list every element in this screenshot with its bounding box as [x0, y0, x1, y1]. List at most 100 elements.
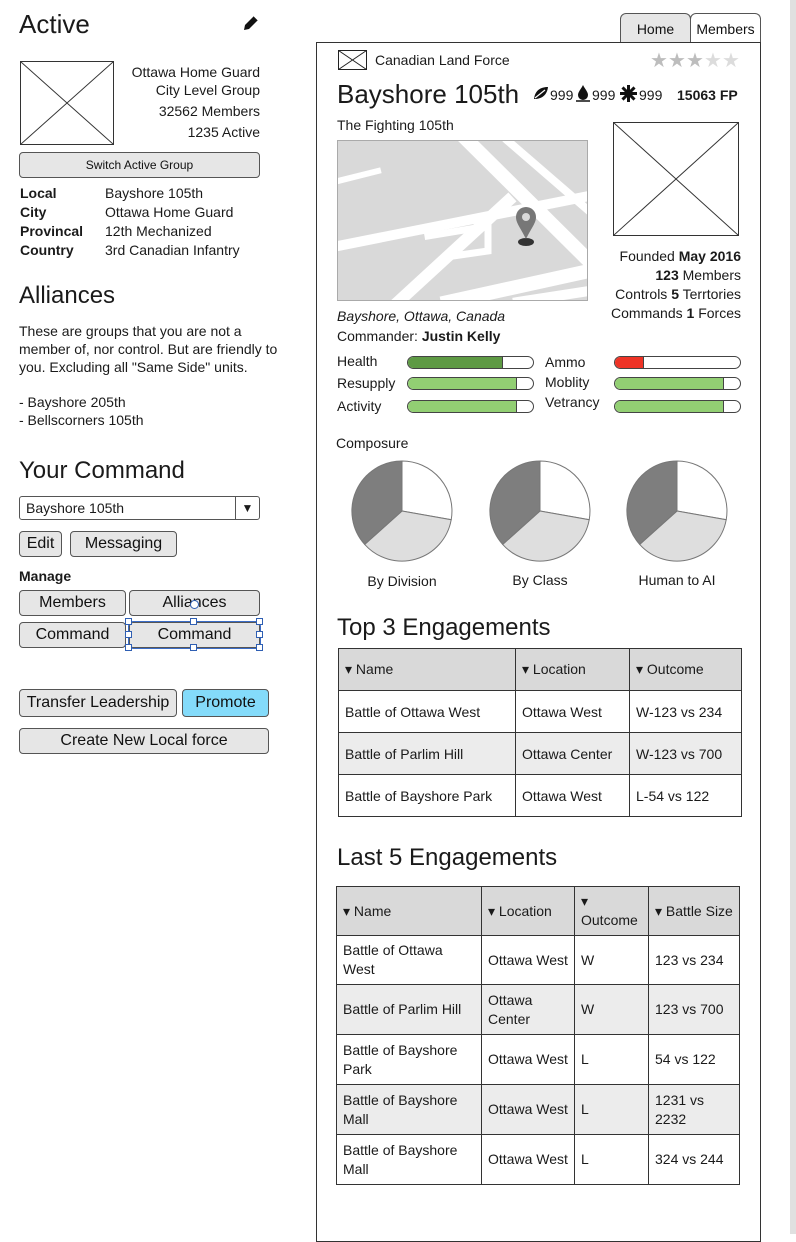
- commands-line: Commands 1 Forces: [611, 305, 741, 321]
- edit-button[interactable]: Edit: [19, 531, 62, 557]
- selection-handle: [125, 644, 132, 651]
- table-row[interactable]: Battle of Parlim Hill Ottawa Center W 12…: [336, 984, 740, 1035]
- detail-value-local: Bayshore 105th: [105, 185, 204, 201]
- create-local-force-button[interactable]: Create New Local force: [19, 728, 269, 754]
- cell-location: Ottawa West: [481, 1084, 575, 1135]
- founded-value: May 2016: [678, 248, 741, 264]
- cell-name: Battle of Bayshore Mall: [336, 1134, 482, 1185]
- bar-fill: [615, 378, 724, 389]
- group-active: 1235 Active: [187, 124, 260, 140]
- pencil-edit-icon[interactable]: [242, 14, 260, 32]
- drop-icon: [576, 84, 590, 102]
- detail-label-provincal: Provincal: [20, 223, 84, 239]
- chevron-down-icon: ▼: [235, 497, 259, 519]
- ammo-bar: [614, 356, 741, 369]
- group-members: 32562 Members: [158, 103, 260, 119]
- tab-home[interactable]: Home: [620, 13, 691, 43]
- cell-outcome: L: [574, 1034, 649, 1085]
- detail-value-provincal: 12th Mechanized: [105, 223, 212, 239]
- table-row[interactable]: Battle of Ottawa West Ottawa West W-123 …: [338, 690, 742, 733]
- column-header-location[interactable]: ▾ Location: [481, 886, 575, 936]
- column-header-battle-size[interactable]: ▾ Battle Size: [648, 886, 740, 936]
- table-row[interactable]: Battle of Bayshore Mall Ottawa West L 32…: [336, 1134, 740, 1185]
- cell-outcome: L: [574, 1084, 649, 1135]
- bar-label-ammo: Ammo: [545, 354, 586, 370]
- cell-battle-size: 123 vs 234: [648, 935, 740, 985]
- table-row[interactable]: Battle of Bayshore Park Ottawa West L 54…: [336, 1034, 740, 1085]
- cell-outcome: W-123 vs 700: [629, 732, 742, 775]
- last-engagements-title: Last 5 Engagements: [337, 844, 558, 871]
- manage-members-button[interactable]: Members: [19, 590, 126, 616]
- controls-label: Controls: [615, 286, 668, 302]
- leaf-icon: [533, 86, 549, 100]
- alliance-item: - Bellscorners 105th: [19, 412, 144, 428]
- unit-name: Bayshore 105th: [337, 79, 520, 109]
- column-header-location[interactable]: ▾ Location: [515, 648, 630, 691]
- column-header-outcome[interactable]: ▾ Outcome: [574, 886, 649, 936]
- command-select[interactable]: Bayshore 105th ▼: [19, 496, 260, 520]
- bar-label-health: Health: [337, 353, 378, 369]
- panel-scrollbar[interactable]: [790, 0, 796, 1234]
- promote-button[interactable]: Promote: [182, 689, 269, 717]
- detail-label-country: Country: [20, 242, 74, 258]
- commands-label: Commands: [611, 305, 683, 321]
- selection-handle: [125, 618, 132, 625]
- members-label: Members: [682, 267, 741, 283]
- last-engagements-table: ▾ Name ▾ Location ▾ Outcome ▾ Battle Siz…: [336, 886, 740, 1185]
- cell-battle-size: 123 vs 700: [648, 984, 740, 1035]
- health-bar: [407, 356, 534, 369]
- transfer-leadership-button[interactable]: Transfer Leadership: [19, 689, 177, 717]
- members-count: 123: [655, 267, 679, 283]
- group-image-placeholder: [20, 61, 114, 145]
- cell-name: Battle of Bayshore Park: [336, 1034, 482, 1085]
- table-row[interactable]: Battle of Ottawa West Ottawa West W 123 …: [336, 935, 740, 985]
- switch-active-group-button[interactable]: Switch Active Group: [19, 152, 260, 178]
- cell-location: Ottawa Center: [481, 984, 575, 1035]
- pie-label: By Class: [512, 572, 568, 588]
- commands-suffix: Forces: [698, 305, 741, 321]
- your-command-title: Your Command: [19, 457, 185, 484]
- gear-icon: [620, 85, 637, 102]
- table-row[interactable]: Battle of Bayshore Park Ottawa West L-54…: [338, 774, 742, 817]
- bar-fill: [408, 378, 517, 389]
- org-name: Canadian Land Force: [375, 52, 510, 68]
- cell-location: Ottawa Center: [515, 732, 630, 775]
- commands-count: 1: [686, 305, 695, 321]
- detail-label-city: City: [20, 204, 47, 220]
- unit-location: Bayshore, Ottawa, Canada: [337, 308, 506, 324]
- pie-chart-human-ai: [626, 460, 728, 562]
- manage-command-button[interactable]: Command: [19, 622, 126, 648]
- moblity-bar: [614, 377, 741, 390]
- cell-outcome: L: [574, 1134, 649, 1185]
- bar-fill: [408, 401, 517, 412]
- star-icon: ★: [650, 50, 668, 72]
- selection-handle: [125, 631, 132, 638]
- cell-name: Battle of Bayshore Park: [338, 774, 516, 817]
- cell-location: Ottawa West: [515, 690, 630, 733]
- star-icon: ★: [704, 50, 722, 72]
- table-row[interactable]: Battle of Parlim Hill Ottawa Center W-12…: [338, 732, 742, 775]
- force-points: 15063 FP: [677, 87, 738, 103]
- star-icon: ★: [686, 50, 704, 72]
- bar-fill: [615, 401, 724, 412]
- column-header-outcome[interactable]: ▾ Outcome: [629, 648, 742, 691]
- star-icon: ★: [668, 50, 686, 72]
- group-level: City Level Group: [155, 82, 260, 98]
- map-pin-icon: [514, 205, 538, 247]
- table-row[interactable]: Battle of Bayshore Mall Ottawa West L 12…: [336, 1084, 740, 1135]
- alliances-title: Alliances: [19, 282, 116, 309]
- controls-line: Controls 5 Terrtories: [615, 286, 741, 302]
- column-header-name[interactable]: ▾ Name: [336, 886, 482, 936]
- stat-value-gear: 999: [639, 87, 663, 103]
- location-map[interactable]: [337, 140, 588, 301]
- commander-label: Commander:: [337, 328, 418, 344]
- controls-count: 5: [671, 286, 679, 302]
- tab-members[interactable]: Members: [690, 13, 761, 43]
- cell-outcome: W-123 vs 234: [629, 690, 742, 733]
- stat-value-leaf: 999: [550, 87, 574, 103]
- cell-name: Battle of Ottawa West: [338, 690, 516, 733]
- messaging-button[interactable]: Messaging: [70, 531, 177, 557]
- column-header-name[interactable]: ▾ Name: [338, 648, 516, 691]
- members-line: 123 Members: [655, 267, 741, 283]
- activity-bar: [407, 400, 534, 413]
